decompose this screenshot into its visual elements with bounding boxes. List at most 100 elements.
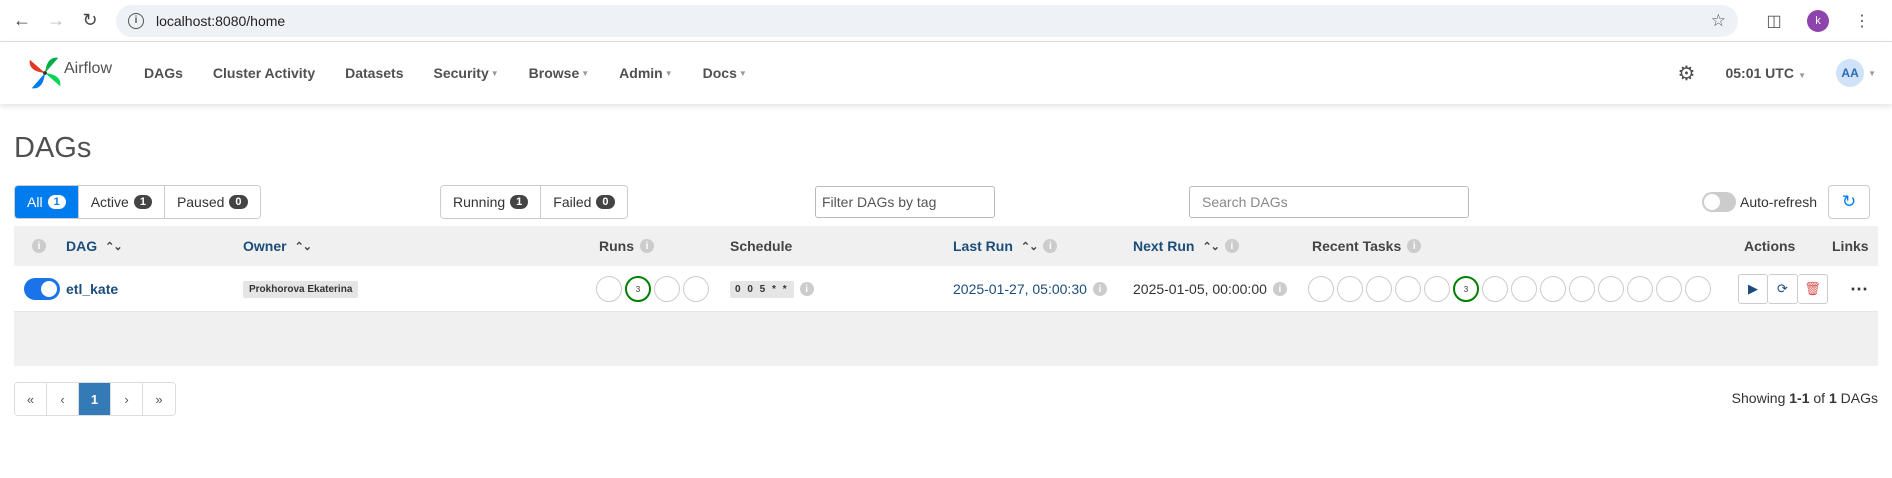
nav-security[interactable]: Security ▼ xyxy=(433,65,498,81)
gear-icon[interactable]: ⚙ xyxy=(1678,61,1696,86)
task-state-circle[interactable] xyxy=(1685,276,1711,302)
nav-datasets[interactable]: Datasets xyxy=(345,65,403,81)
page-first-button[interactable]: « xyxy=(15,383,47,415)
url-text[interactable]: localhost:8080/home xyxy=(156,13,1711,29)
nav-cluster-activity[interactable]: Cluster Activity xyxy=(213,65,315,81)
info-icon[interactable]: i xyxy=(1224,239,1239,253)
filter-all-label: All xyxy=(27,194,43,210)
user-avatar[interactable]: AA xyxy=(1836,59,1865,87)
page-last-button[interactable]: » xyxy=(143,383,175,415)
filter-active-count: 1 xyxy=(133,195,152,209)
filter-failed-button[interactable]: Failed 0 xyxy=(541,186,627,218)
time-display[interactable]: 05:01 UTC ▼ xyxy=(1725,65,1806,81)
header-owner[interactable]: Owner ⌃⌄ xyxy=(243,238,312,254)
airflow-logo[interactable]: Airflow xyxy=(26,54,112,92)
run-state-circle-success[interactable]: 3 xyxy=(625,276,651,302)
task-state-circle[interactable] xyxy=(1656,276,1682,302)
sort-icon: ⌃⌄ xyxy=(1020,240,1038,253)
filter-paused-button[interactable]: Paused 0 xyxy=(164,186,260,218)
info-icon[interactable]: i xyxy=(32,239,46,253)
reload-icon[interactable]: ↻ xyxy=(76,7,104,35)
info-icon[interactable]: i xyxy=(1272,282,1287,296)
task-state-circle[interactable] xyxy=(1366,276,1392,302)
dag-filters: All 1 Active 1 Paused 0 Running 1 Failed 0 Fi… xyxy=(14,185,1878,219)
forward-arrow-icon[interactable]: → xyxy=(42,7,70,35)
trigger-dag-button[interactable]: ▶ xyxy=(1738,274,1768,304)
filter-all-button[interactable]: All 1 xyxy=(15,186,79,218)
address-bar[interactable]: i localhost:8080/home ☆ xyxy=(116,4,1738,37)
dag-id[interactable]: etl_kate xyxy=(66,281,118,297)
auto-refresh-switch[interactable] xyxy=(1702,192,1736,212)
header-last-run[interactable]: Last Run ⌃⌄ i xyxy=(953,238,1058,254)
info-icon[interactable]: i xyxy=(1043,239,1058,253)
extensions-icon[interactable]: ◫ xyxy=(1760,7,1788,35)
actions-cell: ▶ ⟳ 🗑 xyxy=(1738,266,1828,312)
auto-refresh-label: Auto-refresh xyxy=(1740,194,1818,210)
task-state-circle[interactable] xyxy=(1540,276,1566,302)
task-state-circle[interactable] xyxy=(1395,276,1421,302)
header-dag-label: DAG xyxy=(66,238,98,254)
task-state-circle[interactable] xyxy=(1598,276,1624,302)
task-state-circle[interactable] xyxy=(1424,276,1450,302)
last-run-link[interactable]: 2025-01-27, 05:00:30 xyxy=(953,281,1087,297)
refresh-dag-button[interactable]: ⟳ xyxy=(1768,274,1798,304)
next-run-text: 2025-01-05, 00:00:00 xyxy=(1133,281,1267,297)
header-dag[interactable]: DAG ⌃⌄ xyxy=(66,238,123,254)
refresh-button[interactable]: ↻ xyxy=(1828,185,1870,219)
filter-running-button[interactable]: Running 1 xyxy=(441,186,542,218)
sort-icon: ⌃⌄ xyxy=(105,240,122,253)
info-icon[interactable]: i xyxy=(640,239,654,253)
run-state-circle[interactable] xyxy=(596,276,622,302)
nav-docs[interactable]: Docs ▼ xyxy=(703,65,747,81)
owner-tag[interactable]: Prokhorova Ekaterina xyxy=(243,280,359,298)
dag-pause-toggle[interactable] xyxy=(24,266,60,312)
nav-admin[interactable]: Admin ▼ xyxy=(619,65,672,81)
info-icon[interactable]: i xyxy=(799,282,814,296)
toggle-switch[interactable] xyxy=(24,278,60,300)
nav-dags[interactable]: DAGs xyxy=(144,65,183,81)
filter-active-button[interactable]: Active 1 xyxy=(78,186,165,218)
bookmark-star-icon[interactable]: ☆ xyxy=(1711,11,1726,31)
filter-running-count: 1 xyxy=(510,195,529,209)
browser-menu-icon[interactable]: ⋮ xyxy=(1848,7,1876,35)
nav-browse-label: Browse xyxy=(528,65,580,81)
profile-avatar[interactable]: k xyxy=(1804,7,1832,35)
page-prev-button[interactable]: ‹ xyxy=(47,383,79,415)
caret-down-icon: ▼ xyxy=(581,68,590,78)
site-info-icon[interactable]: i xyxy=(128,12,144,29)
table-empty-space xyxy=(14,312,1878,366)
task-state-circle-success[interactable]: 3 xyxy=(1453,276,1479,302)
header-next-run[interactable]: Next Run ⌃⌄ i xyxy=(1133,238,1239,254)
tag-filter-input[interactable]: Filter DAGs by tag xyxy=(815,186,995,218)
auto-refresh-toggle[interactable]: Auto-refresh xyxy=(1702,192,1817,212)
search-dags-input[interactable]: Search DAGs xyxy=(1189,186,1469,218)
task-state-circle[interactable] xyxy=(1627,276,1653,302)
links-cell: ⋯ xyxy=(1850,266,1868,312)
schedule-tag: 0 0 5 * * xyxy=(730,280,794,298)
nav-docs-label: Docs xyxy=(702,65,737,81)
run-state-circle[interactable] xyxy=(683,276,709,302)
header-owner-label: Owner xyxy=(243,238,287,254)
delete-dag-button[interactable]: 🗑 xyxy=(1798,274,1828,304)
nav-browse[interactable]: Browse ▼ xyxy=(529,65,590,81)
task-state-circle[interactable] xyxy=(1337,276,1363,302)
task-state-circle[interactable] xyxy=(1482,276,1508,302)
task-state-circle[interactable] xyxy=(1308,276,1334,302)
more-icon[interactable]: ⋯ xyxy=(1850,279,1868,300)
nav-cluster-activity-label: Cluster Activity xyxy=(212,65,316,81)
pagination: « ‹ 1 › » xyxy=(14,382,176,416)
run-state-circle[interactable] xyxy=(654,276,680,302)
dag-id-link[interactable]: etl_kate xyxy=(66,266,118,312)
task-state-circle[interactable] xyxy=(1511,276,1537,302)
header-info: i xyxy=(26,239,46,253)
header-actions-label: Actions xyxy=(1744,238,1796,254)
run-state-filter-group: Running 1 Failed 0 xyxy=(440,185,628,219)
page-current-button[interactable]: 1 xyxy=(79,383,111,415)
page-next-button[interactable]: › xyxy=(111,383,143,415)
info-icon[interactable]: i xyxy=(1407,239,1422,253)
back-arrow-icon[interactable]: ← xyxy=(8,7,36,35)
nav-datasets-label: Datasets xyxy=(345,65,404,81)
info-icon[interactable]: i xyxy=(1092,282,1107,296)
caret-down-icon: ▼ xyxy=(1868,68,1876,78)
task-state-circle[interactable] xyxy=(1569,276,1595,302)
